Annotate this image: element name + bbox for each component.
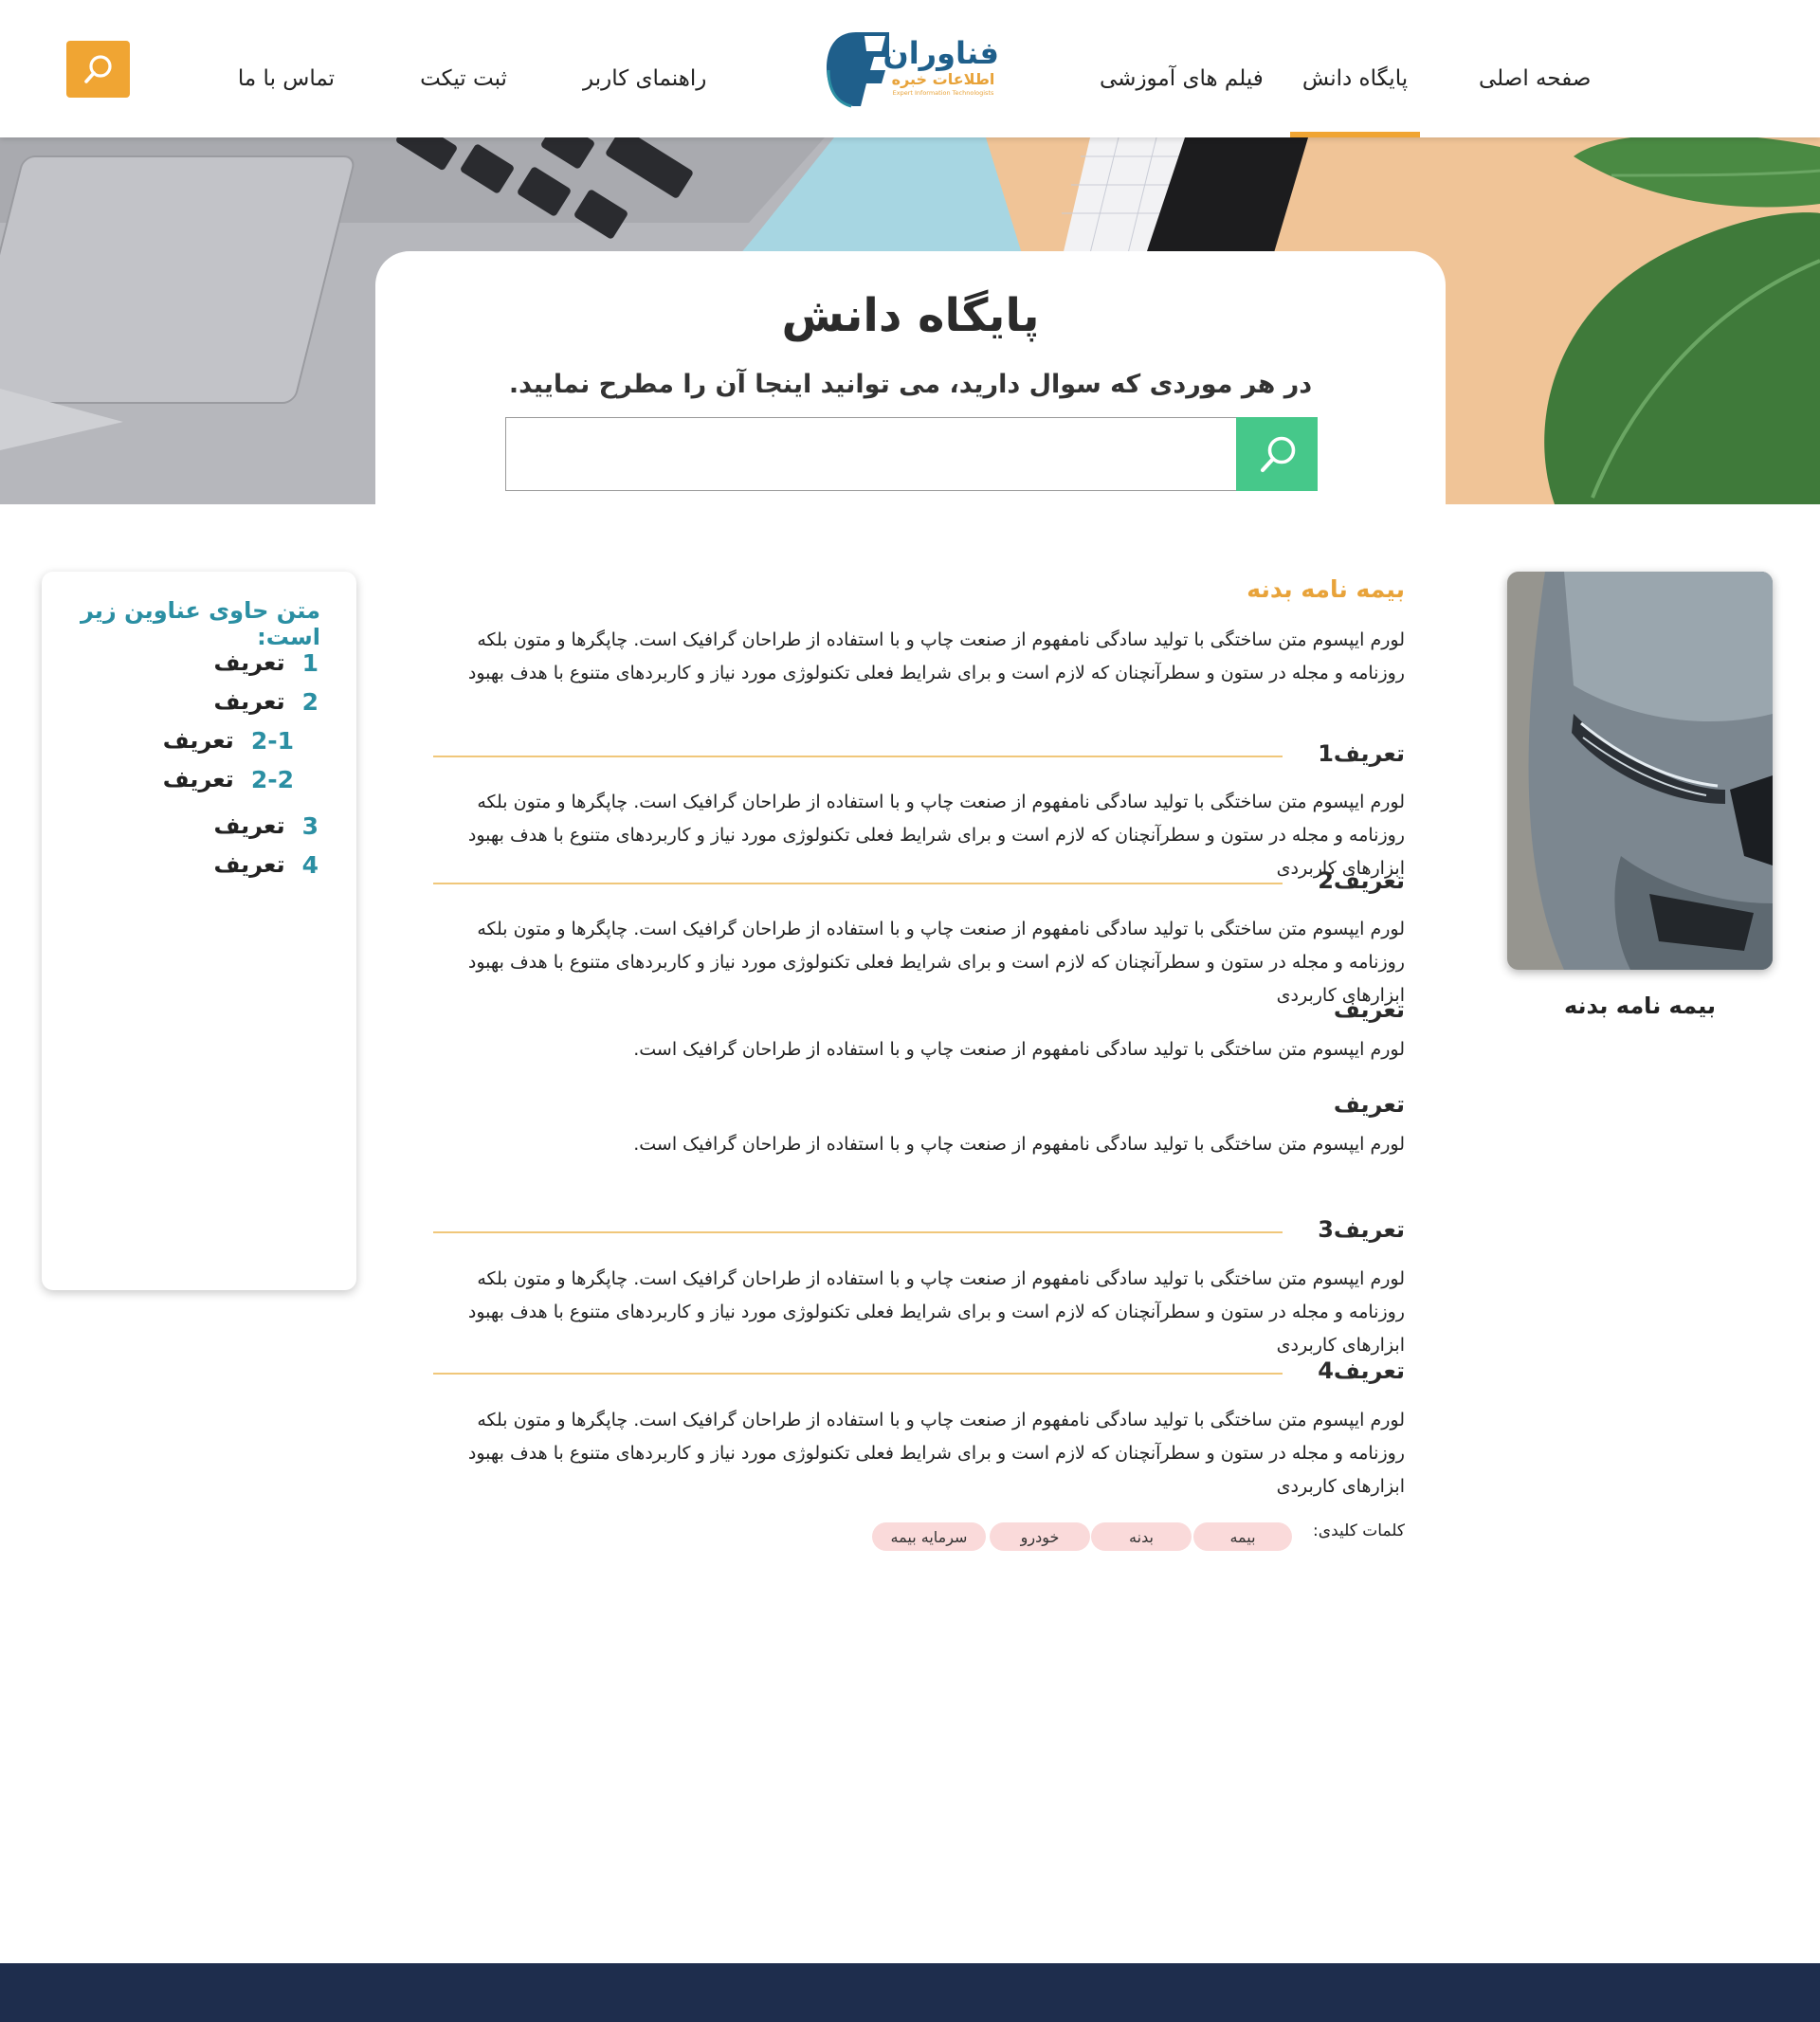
section-text: لورم ایپسوم متن ساختگی با تولید سادگی نا… [467,1268,1405,1356]
keywords-label: کلمات کلیدی: [1313,1521,1405,1540]
keyword-tag[interactable]: بدنه [1091,1522,1192,1551]
logo-name: فناوران [883,35,999,71]
header-search-button[interactable] [66,41,130,98]
toc-item[interactable]: 1 تعریف [214,647,319,679]
nav-tutorial-videos[interactable]: فیلم های آموزشی [1100,66,1264,91]
toc-item[interactable]: 2-2 تعریف [163,763,294,795]
knowledge-search-input[interactable] [505,417,1318,491]
toc-item-number: 4 [301,850,318,879]
section-heading: تعریف3 [1318,1216,1405,1243]
hero-subtitle: در هر موردی که سوال دارید، می توانید این… [508,370,1313,399]
nav-user-guide[interactable]: راهنمای کاربر [583,66,706,91]
toc-item-label: تعریف [213,688,285,715]
search-icon [1260,436,1296,473]
nav-knowledge-base[interactable]: پایگاه دانش [1290,66,1420,91]
keyword-tag[interactable]: سرمایه بیمه [872,1522,986,1551]
car-photo [1507,572,1773,970]
toc-item-label: تعریف [213,851,285,878]
section-divider [433,756,1283,757]
logo-mark-icon [827,32,889,108]
section-text: لورم ایپسوم متن ساختگی با تولید سادگی نا… [467,792,1405,879]
section-text: لورم ایپسوم متن ساختگی با تولید سادگی نا… [467,1410,1405,1497]
toc-item-number: 3 [301,811,318,840]
section-text: لورم ایپسوم متن ساختگی با تولید سادگی نا… [633,1134,1405,1155]
table-of-contents [42,572,356,1290]
toc-item-number: 1 [301,648,318,677]
logo-subtitle: Expert Information Technologists [892,89,994,97]
toc-item-number: 2-2 [250,765,294,793]
site-footer [0,1963,1820,2022]
toc-item[interactable]: 4 تعریف [214,848,319,881]
toc-item-label: تعریف [213,649,285,676]
section-heading: تعریف [1333,996,1405,1023]
site-header: صفحه اصلی پایگاه دانش فیلم های آموزشی فن… [0,0,1820,137]
section-heading: تعریف4 [1318,1357,1405,1384]
section-heading: تعریف [1333,1091,1405,1118]
toc-item-number: 2 [301,687,318,716]
toc-item-label: تعریف [213,812,285,839]
section-text: لورم ایپسوم متن ساختگی با تولید سادگی نا… [467,919,1405,1006]
section-divider [433,1373,1283,1375]
page-title: پایگاه دانش [781,289,1040,342]
nav-active-indicator [1290,132,1420,137]
logo-tagline: اطلاعات خبره [891,70,995,88]
article-intro: لورم ایپسوم متن ساختگی با تولید سادگی نا… [467,629,1405,683]
toc-item[interactable]: 2-1 تعریف [163,724,294,756]
keyword-tag[interactable]: خودرو [990,1522,1090,1551]
site-logo[interactable]: فناوران اطلاعات خبره Expert Information … [823,27,999,112]
article-image-caption: بیمه نامه بدنه [1563,993,1717,1019]
keyword-tag[interactable]: بیمه [1193,1522,1292,1551]
article-title: بیمه نامه بدنه [1247,575,1405,603]
nav-contact-us[interactable]: تماس با ما [237,66,336,91]
section-heading: تعریف1 [1318,740,1405,767]
section-divider [433,883,1283,884]
search-icon [84,55,112,83]
nav-home[interactable]: صفحه اصلی [1479,66,1591,91]
nav-submit-ticket[interactable]: ثبت تیکت [414,66,513,91]
toc-item[interactable]: 3 تعریف [214,810,319,842]
toc-item[interactable]: 2 تعریف [214,685,319,718]
section-heading: تعریف2 [1318,867,1405,894]
section-divider [433,1231,1283,1233]
toc-item-label: تعریف [162,766,234,792]
toc-item-label: تعریف [162,727,234,754]
toc-item-number: 2-1 [250,726,294,755]
toc-title: متن حاوی عناوین زیر است: [80,597,320,650]
section-text: لورم ایپسوم متن ساختگی با تولید سادگی نا… [633,1039,1405,1060]
knowledge-search-button[interactable] [1236,417,1318,491]
article-image [1507,572,1773,970]
